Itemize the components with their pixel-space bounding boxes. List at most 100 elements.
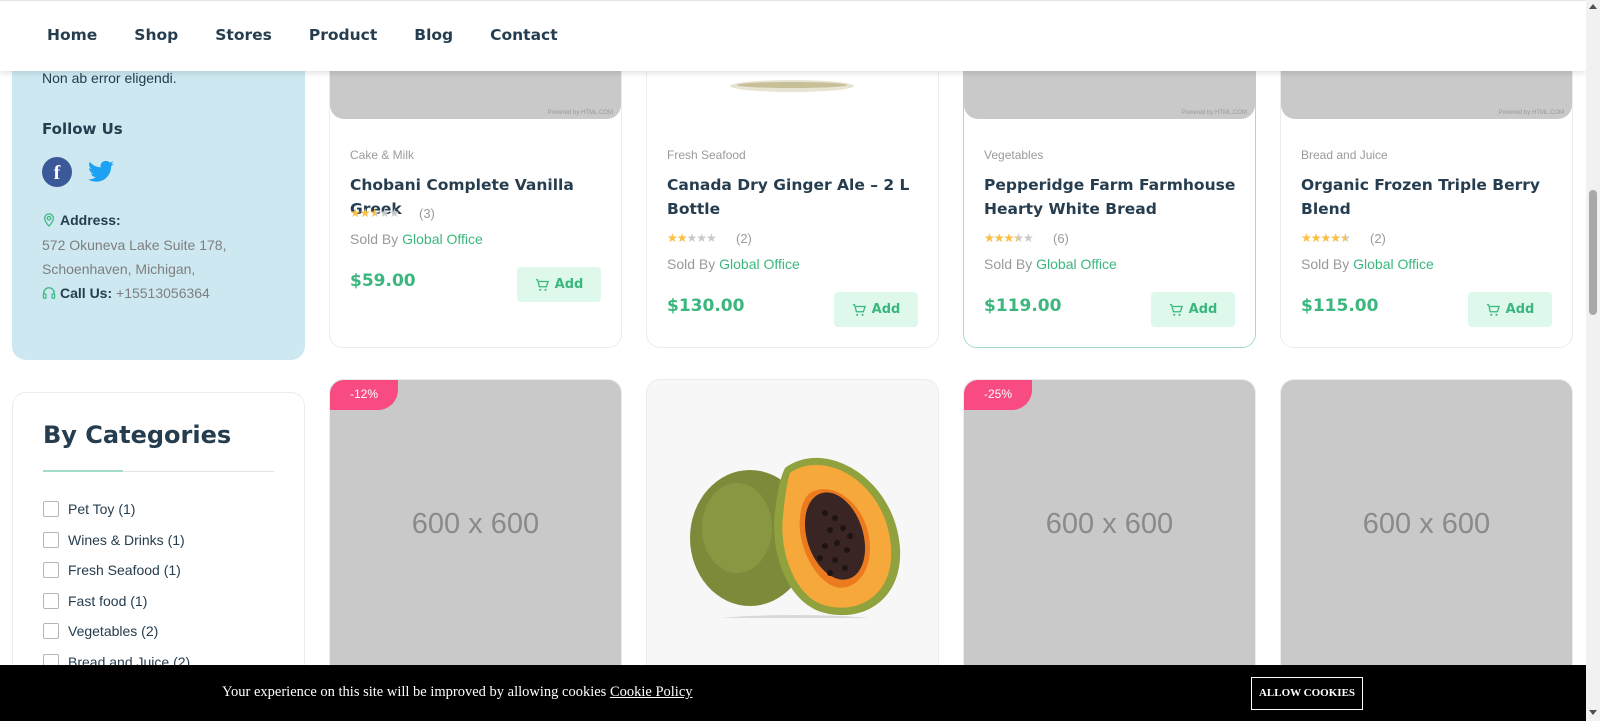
cart-icon <box>1169 303 1183 316</box>
product-card[interactable]: 600 x 600 <box>1280 379 1573 679</box>
address-line-2: Schoenhaven, Michigan, <box>42 261 196 277</box>
category-item[interactable]: Fresh Seafood (1) <box>43 562 190 593</box>
category-item[interactable]: Vegetables (2) <box>43 623 190 654</box>
seller-link[interactable]: Global Office <box>719 256 800 272</box>
cookie-consent-banner: Your experience on this site will be imp… <box>0 665 1586 721</box>
product-title[interactable]: Canada Dry Ginger Ale – 2 L Bottle <box>667 173 922 221</box>
address-label: Address: <box>60 212 121 228</box>
sold-by-label: Sold By <box>350 231 399 247</box>
rating-stars: ★★★★★★★★★★ <box>984 230 1034 245</box>
sold-by-label: Sold By <box>1301 256 1350 272</box>
category-item[interactable]: Pet Toy (1) <box>43 501 190 532</box>
facebook-icon[interactable]: f <box>42 157 72 187</box>
discount-badge: -12% <box>330 380 398 410</box>
scroll-thumb[interactable] <box>1589 190 1597 315</box>
product-card[interactable]: -25% 600 x 600 <box>963 379 1256 679</box>
category-checkbox[interactable] <box>43 592 59 609</box>
product-title[interactable]: Pepperidge Farm Farmhouse Hearty White B… <box>984 173 1239 221</box>
review-count: (2) <box>1370 231 1386 246</box>
category-checkbox[interactable] <box>43 501 59 517</box>
discount-badge: -25% <box>964 380 1032 410</box>
product-title[interactable]: Organic Frozen Triple Berry Blend <box>1301 173 1556 221</box>
product-category[interactable]: Bread and Juice <box>1301 148 1388 162</box>
category-label: Fast food (1) <box>68 592 148 609</box>
phone-line: Call Us: +15513056364 <box>42 281 210 305</box>
nav-menu: Home Shop Stores Product Blog Contact <box>47 26 595 44</box>
product-price: $119.00 <box>984 296 1062 316</box>
product-card[interactable]: -12% 600 x 600 <box>329 379 622 679</box>
cookie-text: Your experience on this site will be imp… <box>222 684 607 700</box>
add-to-cart-button[interactable]: Add <box>1151 292 1235 327</box>
nav-item-stores[interactable]: Stores <box>215 26 272 44</box>
review-count: (6) <box>1053 231 1069 246</box>
add-to-cart-button[interactable]: Add <box>517 267 601 302</box>
category-item[interactable]: Fast food (1) <box>43 592 190 624</box>
address-line-1: 572 Okuneva Lake Suite 178, <box>42 237 227 253</box>
scroll-up-icon[interactable] <box>1589 4 1597 9</box>
image-placeholder[interactable]: 600 x 600 <box>330 508 621 541</box>
scroll-down-icon[interactable] <box>1589 710 1597 715</box>
call-label: Call Us: <box>60 285 113 301</box>
add-label: Add <box>871 302 901 317</box>
add-to-cart-button[interactable]: Add <box>1468 292 1552 327</box>
add-to-cart-button[interactable]: Add <box>834 292 918 327</box>
product-seller: Sold By Global Office <box>984 256 1117 272</box>
add-label: Add <box>1505 302 1535 317</box>
categories-widget: By Categories Pet Toy (1) Wines & Drinks… <box>12 392 305 682</box>
page-scrollbar[interactable] <box>1586 0 1600 721</box>
follow-us-title: Follow Us <box>42 120 123 138</box>
cookie-policy-link[interactable]: Cookie Policy <box>610 684 693 700</box>
seller-link[interactable]: Global Office <box>1353 256 1434 272</box>
product-price: $130.00 <box>667 296 745 316</box>
papaya-image[interactable] <box>675 418 915 618</box>
phone-number[interactable]: +15513056364 <box>116 285 210 301</box>
bottle-image-fragment <box>730 80 854 92</box>
product-seller: Sold By Global Office <box>667 256 800 272</box>
seller-link[interactable]: Global Office <box>402 231 483 247</box>
product-seller: Sold By Global Office <box>350 231 483 247</box>
cart-icon <box>852 303 866 316</box>
category-checkbox[interactable] <box>43 531 59 548</box>
category-checkbox[interactable] <box>43 562 59 578</box>
sidebar-contact-widget: Non ab error eligendi. Follow Us f Addre… <box>12 40 305 360</box>
category-filter-list: Pet Toy (1) Wines & Drinks (1) Fresh Sea… <box>43 501 190 684</box>
twitter-icon[interactable] <box>87 158 115 186</box>
category-item[interactable]: Wines & Drinks (1) <box>43 531 190 563</box>
allow-cookies-button[interactable]: ALLOW COOKIES <box>1251 677 1363 710</box>
category-label: Fresh Seafood (1) <box>68 562 181 578</box>
headset-icon <box>42 287 56 299</box>
product-category[interactable]: Cake & Milk <box>350 148 414 162</box>
address-heading: Address: <box>42 208 121 232</box>
nav-item-product[interactable]: Product <box>309 26 377 44</box>
review-count: (2) <box>736 231 752 246</box>
nav-item-shop[interactable]: Shop <box>134 26 178 44</box>
product-category[interactable]: Fresh Seafood <box>667 148 746 162</box>
category-label: Pet Toy (1) <box>68 501 136 517</box>
rating-stars: ★★★★★★★★★★ <box>350 205 400 220</box>
product-card[interactable] <box>646 379 939 679</box>
nav-item-home[interactable]: Home <box>47 26 97 44</box>
product-price: $59.00 <box>350 271 416 291</box>
product-category[interactable]: Vegetables <box>984 148 1043 162</box>
product-rating: ★★★★★★★★★★ (2) <box>1301 230 1386 247</box>
category-label: Vegetables (2) <box>68 623 159 639</box>
category-checkbox[interactable] <box>43 623 59 639</box>
nav-item-contact[interactable]: Contact <box>490 26 558 44</box>
sold-by-label: Sold By <box>667 256 716 272</box>
contact-description: Non ab error eligendi. <box>42 70 177 86</box>
nav-item-blog[interactable]: Blog <box>414 26 453 44</box>
image-credit: Powered by HTML.COM <box>547 110 613 116</box>
location-pin-icon <box>44 213 54 227</box>
product-price: $115.00 <box>1301 296 1379 316</box>
image-placeholder[interactable]: 600 x 600 <box>1281 508 1572 541</box>
seller-link[interactable]: Global Office <box>1036 256 1117 272</box>
product-seller: Sold By Global Office <box>1301 256 1434 272</box>
add-label: Add <box>1188 302 1218 317</box>
product-rating: ★★★★★★★★★★ (3) <box>350 205 435 222</box>
main-navigation: Home Shop Stores Product Blog Contact <box>0 0 1586 71</box>
rating-stars: ★★★★★★★★★★ <box>1301 230 1351 245</box>
category-label: Wines & Drinks (1) <box>68 531 185 548</box>
image-placeholder[interactable]: 600 x 600 <box>964 508 1255 541</box>
cookie-message: Your experience on this site will be imp… <box>222 684 693 701</box>
rating-stars: ★★★★★★★★★★ <box>667 230 717 245</box>
